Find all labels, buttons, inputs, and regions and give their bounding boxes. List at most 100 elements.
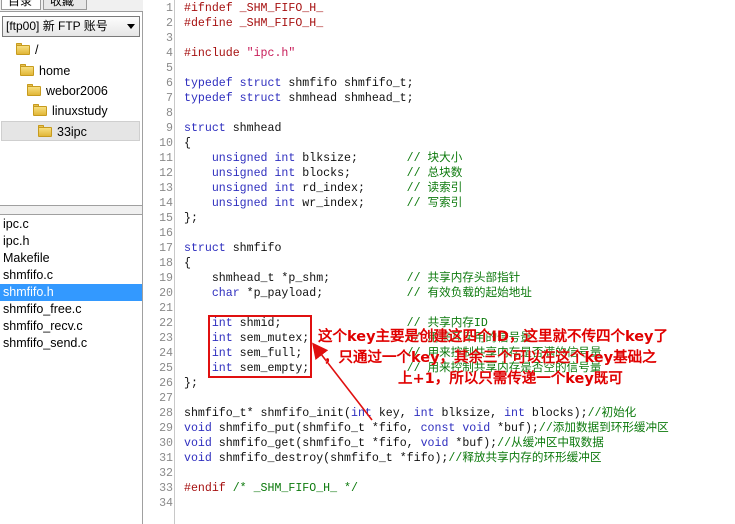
file-item[interactable]: ipc.h	[0, 233, 142, 250]
tree-item-33ipc[interactable]: 33ipc	[1, 121, 140, 141]
line-number: 2	[166, 17, 173, 30]
code-token: // 有效负载的起始地址	[406, 287, 532, 300]
code-line: unsigned int rd_index; // 读索引	[184, 181, 462, 196]
code-token: };	[184, 212, 198, 225]
code-line: };	[184, 376, 198, 391]
code-token: rd_index;	[295, 182, 407, 195]
file-item[interactable]: shmfifo_recv.c	[0, 318, 142, 335]
code-token: shmhead	[225, 122, 282, 135]
line-number: 11	[159, 152, 173, 165]
code-token: *buf);	[448, 437, 498, 450]
file-item[interactable]: shmfifo_free.c	[0, 301, 142, 318]
line-number: 13	[159, 182, 173, 195]
code-line: {	[184, 136, 191, 151]
code-token: int	[350, 407, 372, 420]
line-number: 29	[159, 422, 173, 435]
folder-icon	[38, 125, 52, 137]
line-number: 22	[159, 317, 173, 330]
code-token: #include	[184, 47, 247, 60]
line-number: 25	[159, 362, 173, 375]
code-line: unsigned int blksize; // 块大小	[184, 151, 462, 166]
code-token: unsigned int	[211, 152, 296, 165]
tree-item-label: /	[35, 43, 39, 57]
site-select-value: [ftp00] 新 FTP 账号	[6, 19, 108, 33]
code-token: key,	[371, 407, 414, 420]
file-item-selected[interactable]: shmfifo.h	[0, 284, 142, 301]
code-token: //从缓冲区中取数据	[497, 437, 604, 450]
code-token: /* _SHM_FIFO_H_ */	[232, 482, 358, 495]
chevron-down-icon[interactable]	[127, 24, 135, 29]
line-number: 26	[159, 377, 173, 390]
code-token: };	[184, 377, 198, 390]
folder-icon	[27, 84, 41, 96]
tree-item-linuxstudy[interactable]: linuxstudy	[33, 101, 140, 121]
code-token: *buf);	[490, 422, 539, 435]
folder-icon	[16, 43, 30, 55]
tree-item-home[interactable]: home	[20, 61, 140, 81]
tree-item-webor2006[interactable]: webor2006	[27, 81, 140, 101]
line-number: 4	[166, 47, 173, 60]
code-line: typedef struct shmhead shmhead_t;	[184, 91, 414, 106]
code-token: void	[184, 437, 212, 450]
line-number: 5	[166, 62, 173, 75]
code-line: void shmfifo_get(shmfifo_t *fifo, void *…	[184, 436, 604, 451]
code-line: {	[184, 256, 191, 271]
pane-splitter[interactable]	[0, 205, 142, 215]
code-token: #ifndef _SHM_FIFO_H_	[184, 2, 324, 15]
code-line: shmfifo_t* shmfifo_init(int key, int blk…	[184, 406, 636, 421]
line-number: 6	[166, 77, 173, 90]
code-token: shmfifo_put(shmfifo_t *fifo,	[211, 422, 421, 435]
code-token: {	[184, 137, 191, 150]
line-number: 12	[159, 167, 173, 180]
code-line: #ifndef _SHM_FIFO_H_	[184, 1, 323, 16]
code-token: blocks;	[295, 167, 407, 180]
folder-icon	[20, 64, 34, 76]
file-item[interactable]: shmfifo.c	[0, 267, 142, 284]
annotation-text-line: 上+1，所以只需传递一个key既可	[398, 371, 623, 387]
annotation-text-line: 这个key主要是创建这四个ID，这里就不传四个key了	[318, 329, 669, 345]
line-number: 14	[159, 197, 173, 210]
tab-directory[interactable]: 目录	[1, 0, 41, 10]
annotation-highlight-box	[208, 315, 312, 378]
code-token: const void	[420, 422, 491, 435]
site-select[interactable]: [ftp00] 新 FTP 账号	[2, 16, 140, 37]
tree-item-root[interactable]: /	[16, 40, 140, 60]
tree-item-label: linuxstudy	[52, 104, 108, 118]
line-number: 23	[159, 332, 173, 345]
file-item[interactable]: shmfifo_send.c	[0, 335, 142, 352]
code-token: blocks);	[524, 407, 588, 420]
line-number: 31	[159, 452, 173, 465]
code-token: blksize;	[295, 152, 407, 165]
line-number: 20	[159, 287, 173, 300]
annotation-text-line: ，只通过一个key，其余三个可以在这个key基础之	[324, 350, 657, 366]
code-token: // 读索引	[406, 182, 463, 195]
tree-item-label: 33ipc	[57, 125, 87, 139]
code-token: shmfifo	[225, 242, 282, 255]
code-line: struct shmfifo	[184, 241, 281, 256]
code-line: };	[184, 211, 198, 226]
code-editor[interactable]: 1 2 3 4 5 6 7 8 9 10 11 12 13 14 15 16 17 18 19 20 21 22 23 24 2…	[144, 0, 735, 524]
code-token: shmfifo_t* shmfifo_init(	[184, 407, 351, 420]
code-line: shmhead_t *p_shm; // 共享内存头部指针	[184, 271, 520, 286]
code-token: void	[184, 422, 212, 435]
line-number: 28	[159, 407, 173, 420]
code-line: #endif /* _SHM_FIFO_H_ */	[184, 481, 358, 496]
line-number: 18	[159, 257, 173, 270]
line-number: 15	[159, 212, 173, 225]
line-number: 9	[166, 122, 173, 135]
code-line: #include "ipc.h"	[184, 46, 295, 61]
line-number: 17	[159, 242, 173, 255]
line-number: 7	[166, 92, 173, 105]
file-item[interactable]: Makefile	[0, 250, 142, 267]
code-token: int	[504, 407, 525, 420]
file-item[interactable]: ipc.c	[0, 216, 142, 233]
code-token: typedef struct	[184, 92, 282, 105]
code-line: #define _SHM_FIFO_H_	[184, 16, 323, 31]
code-token: *p_payload;	[239, 287, 407, 300]
tab-favorites[interactable]: 收藏	[43, 0, 87, 10]
